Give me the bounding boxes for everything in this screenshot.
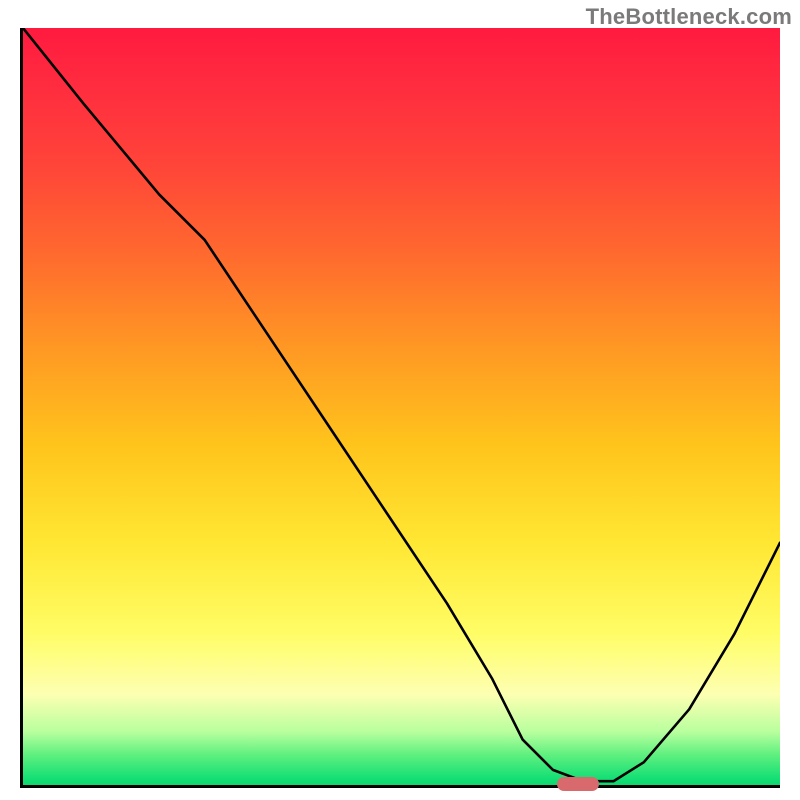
chart-canvas: TheBottleneck.com — [0, 0, 800, 800]
bottleneck-curve — [23, 28, 780, 785]
plot-area — [20, 28, 780, 788]
optimal-marker — [557, 777, 599, 791]
watermark-text: TheBottleneck.com — [586, 4, 792, 30]
